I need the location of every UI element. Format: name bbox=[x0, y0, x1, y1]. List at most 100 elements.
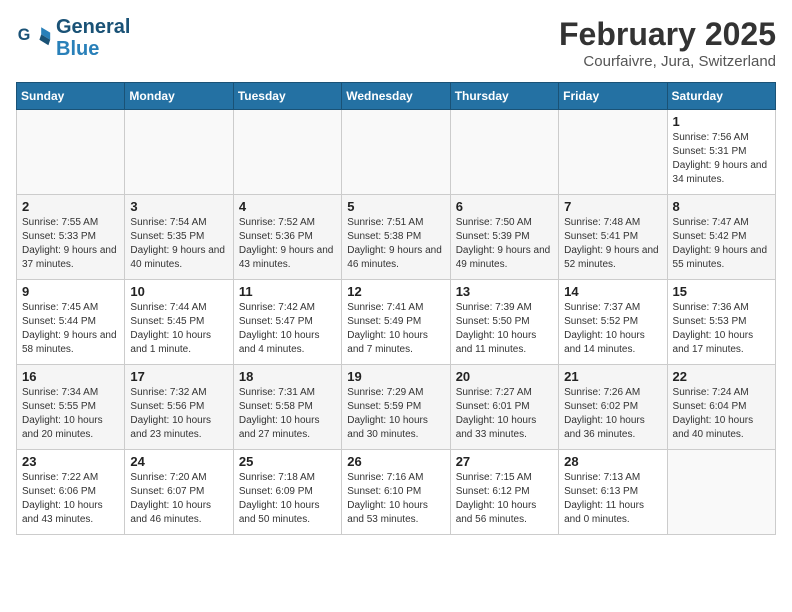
calendar-cell: 20 Sunrise: 7:27 AM Sunset: 6:01 PM Dayli… bbox=[450, 365, 558, 450]
calendar-cell: 2 Sunrise: 7:55 AM Sunset: 5:33 PM Daylig… bbox=[17, 195, 125, 280]
calendar-cell: 4 Sunrise: 7:52 AM Sunset: 5:36 PM Daylig… bbox=[233, 195, 341, 280]
title-area: February 2025 Courfaivre, Jura, Switzerl… bbox=[559, 16, 776, 70]
day-number: 15 bbox=[673, 284, 770, 299]
day-number: 18 bbox=[239, 369, 336, 384]
calendar-cell: 22 Sunrise: 7:24 AM Sunset: 6:04 PM Dayli… bbox=[667, 365, 775, 450]
day-info: Sunrise: 7:55 AM Sunset: 5:33 PM Dayligh… bbox=[22, 216, 119, 272]
calendar-cell: 27 Sunrise: 7:15 AM Sunset: 6:12 PM Dayli… bbox=[450, 450, 558, 535]
calendar-day-header: Wednesday bbox=[342, 83, 450, 110]
calendar-cell bbox=[667, 450, 775, 535]
day-number: 22 bbox=[673, 369, 770, 384]
calendar-cell bbox=[17, 110, 125, 195]
logo-icon: G bbox=[16, 20, 52, 56]
calendar-cell bbox=[559, 110, 667, 195]
location-subtitle: Courfaivre, Jura, Switzerland bbox=[559, 53, 776, 70]
day-info: Sunrise: 7:16 AM Sunset: 6:10 PM Dayligh… bbox=[347, 471, 444, 527]
calendar-day-header: Tuesday bbox=[233, 83, 341, 110]
day-number: 10 bbox=[130, 284, 227, 299]
day-number: 16 bbox=[22, 369, 119, 384]
day-info: Sunrise: 7:29 AM Sunset: 5:59 PM Dayligh… bbox=[347, 386, 444, 442]
day-number: 26 bbox=[347, 454, 444, 469]
calendar-day-header: Thursday bbox=[450, 83, 558, 110]
day-number: 25 bbox=[239, 454, 336, 469]
calendar-cell bbox=[450, 110, 558, 195]
calendar-cell: 21 Sunrise: 7:26 AM Sunset: 6:02 PM Dayli… bbox=[559, 365, 667, 450]
day-info: Sunrise: 7:50 AM Sunset: 5:39 PM Dayligh… bbox=[456, 216, 553, 272]
calendar-cell: 11 Sunrise: 7:42 AM Sunset: 5:47 PM Dayli… bbox=[233, 280, 341, 365]
svg-text:G: G bbox=[18, 26, 31, 44]
day-info: Sunrise: 7:27 AM Sunset: 6:01 PM Dayligh… bbox=[456, 386, 553, 442]
calendar-cell: 24 Sunrise: 7:20 AM Sunset: 6:07 PM Dayli… bbox=[125, 450, 233, 535]
day-number: 24 bbox=[130, 454, 227, 469]
day-number: 28 bbox=[564, 454, 661, 469]
calendar-cell: 26 Sunrise: 7:16 AM Sunset: 6:10 PM Dayli… bbox=[342, 450, 450, 535]
calendar-cell: 16Sunrise: 7:34 AM Sunset: 5:55 PM Dayli… bbox=[17, 365, 125, 450]
day-info: Sunrise: 7:56 AM Sunset: 5:31 PM Dayligh… bbox=[673, 131, 770, 187]
day-info: Sunrise: 7:15 AM Sunset: 6:12 PM Dayligh… bbox=[456, 471, 553, 527]
calendar-cell: 8 Sunrise: 7:47 AM Sunset: 5:42 PM Daylig… bbox=[667, 195, 775, 280]
calendar-day-header: Saturday bbox=[667, 83, 775, 110]
calendar-cell: 6 Sunrise: 7:50 AM Sunset: 5:39 PM Daylig… bbox=[450, 195, 558, 280]
day-info: Sunrise: 7:51 AM Sunset: 5:38 PM Dayligh… bbox=[347, 216, 444, 272]
day-number: 6 bbox=[456, 199, 553, 214]
day-number: 20 bbox=[456, 369, 553, 384]
calendar-cell bbox=[233, 110, 341, 195]
calendar-cell: 15Sunrise: 7:36 AM Sunset: 5:53 PM Dayli… bbox=[667, 280, 775, 365]
calendar-cell: 19 Sunrise: 7:29 AM Sunset: 5:59 PM Dayli… bbox=[342, 365, 450, 450]
calendar-cell: 10 Sunrise: 7:44 AM Sunset: 5:45 PM Dayli… bbox=[125, 280, 233, 365]
month-title: February 2025 bbox=[559, 16, 776, 53]
header: G General Blue February 2025 Courfaivre,… bbox=[16, 16, 776, 70]
day-number: 17 bbox=[130, 369, 227, 384]
calendar-cell: 25 Sunrise: 7:18 AM Sunset: 6:09 PM Dayli… bbox=[233, 450, 341, 535]
day-number: 11 bbox=[239, 284, 336, 299]
day-number: 14 bbox=[564, 284, 661, 299]
day-info: Sunrise: 7:22 AM Sunset: 6:06 PM Dayligh… bbox=[22, 471, 119, 527]
day-info: Sunrise: 7:18 AM Sunset: 6:09 PM Dayligh… bbox=[239, 471, 336, 527]
calendar-cell: 1 Sunrise: 7:56 AM Sunset: 5:31 PM Daylig… bbox=[667, 110, 775, 195]
logo-blue: Blue bbox=[56, 38, 130, 60]
day-info: Sunrise: 7:37 AM Sunset: 5:52 PM Dayligh… bbox=[564, 301, 661, 357]
day-number: 3 bbox=[130, 199, 227, 214]
day-info: Sunrise: 7:20 AM Sunset: 6:07 PM Dayligh… bbox=[130, 471, 227, 527]
calendar-cell: 5 Sunrise: 7:51 AM Sunset: 5:38 PM Daylig… bbox=[342, 195, 450, 280]
calendar-cell bbox=[342, 110, 450, 195]
day-info: Sunrise: 7:45 AM Sunset: 5:44 PM Dayligh… bbox=[22, 301, 119, 357]
day-number: 2 bbox=[22, 199, 119, 214]
calendar-day-header: Monday bbox=[125, 83, 233, 110]
calendar-week-row: 1 Sunrise: 7:56 AM Sunset: 5:31 PM Daylig… bbox=[17, 110, 776, 195]
day-info: Sunrise: 7:52 AM Sunset: 5:36 PM Dayligh… bbox=[239, 216, 336, 272]
day-info: Sunrise: 7:41 AM Sunset: 5:49 PM Dayligh… bbox=[347, 301, 444, 357]
day-info: Sunrise: 7:48 AM Sunset: 5:41 PM Dayligh… bbox=[564, 216, 661, 272]
day-info: Sunrise: 7:26 AM Sunset: 6:02 PM Dayligh… bbox=[564, 386, 661, 442]
calendar-cell: 23Sunrise: 7:22 AM Sunset: 6:06 PM Dayli… bbox=[17, 450, 125, 535]
day-number: 13 bbox=[456, 284, 553, 299]
day-info: Sunrise: 7:54 AM Sunset: 5:35 PM Dayligh… bbox=[130, 216, 227, 272]
day-number: 4 bbox=[239, 199, 336, 214]
calendar-day-header: Friday bbox=[559, 83, 667, 110]
day-info: Sunrise: 7:42 AM Sunset: 5:47 PM Dayligh… bbox=[239, 301, 336, 357]
calendar-cell: 13 Sunrise: 7:39 AM Sunset: 5:50 PM Dayli… bbox=[450, 280, 558, 365]
day-info: Sunrise: 7:44 AM Sunset: 5:45 PM Dayligh… bbox=[130, 301, 227, 357]
day-number: 27 bbox=[456, 454, 553, 469]
calendar-cell: 18 Sunrise: 7:31 AM Sunset: 5:58 PM Dayli… bbox=[233, 365, 341, 450]
calendar-cell: 28 Sunrise: 7:13 AM Sunset: 6:13 PM Dayli… bbox=[559, 450, 667, 535]
day-number: 1 bbox=[673, 114, 770, 129]
calendar-week-row: 16Sunrise: 7:34 AM Sunset: 5:55 PM Dayli… bbox=[17, 365, 776, 450]
day-info: Sunrise: 7:47 AM Sunset: 5:42 PM Dayligh… bbox=[673, 216, 770, 272]
calendar-cell: 14 Sunrise: 7:37 AM Sunset: 5:52 PM Dayli… bbox=[559, 280, 667, 365]
day-number: 12 bbox=[347, 284, 444, 299]
day-info: Sunrise: 7:24 AM Sunset: 6:04 PM Dayligh… bbox=[673, 386, 770, 442]
day-number: 8 bbox=[673, 199, 770, 214]
calendar-day-header: Sunday bbox=[17, 83, 125, 110]
day-number: 9 bbox=[22, 284, 119, 299]
calendar-cell bbox=[125, 110, 233, 195]
calendar-cell: 3 Sunrise: 7:54 AM Sunset: 5:35 PM Daylig… bbox=[125, 195, 233, 280]
day-number: 19 bbox=[347, 369, 444, 384]
day-info: Sunrise: 7:13 AM Sunset: 6:13 PM Dayligh… bbox=[564, 471, 661, 527]
calendar-header-row: SundayMondayTuesdayWednesdayThursdayFrid… bbox=[17, 83, 776, 110]
day-number: 21 bbox=[564, 369, 661, 384]
day-number: 5 bbox=[347, 199, 444, 214]
day-info: Sunrise: 7:39 AM Sunset: 5:50 PM Dayligh… bbox=[456, 301, 553, 357]
calendar-cell: 9 Sunrise: 7:45 AM Sunset: 5:44 PM Daylig… bbox=[17, 280, 125, 365]
day-info: Sunrise: 7:31 AM Sunset: 5:58 PM Dayligh… bbox=[239, 386, 336, 442]
